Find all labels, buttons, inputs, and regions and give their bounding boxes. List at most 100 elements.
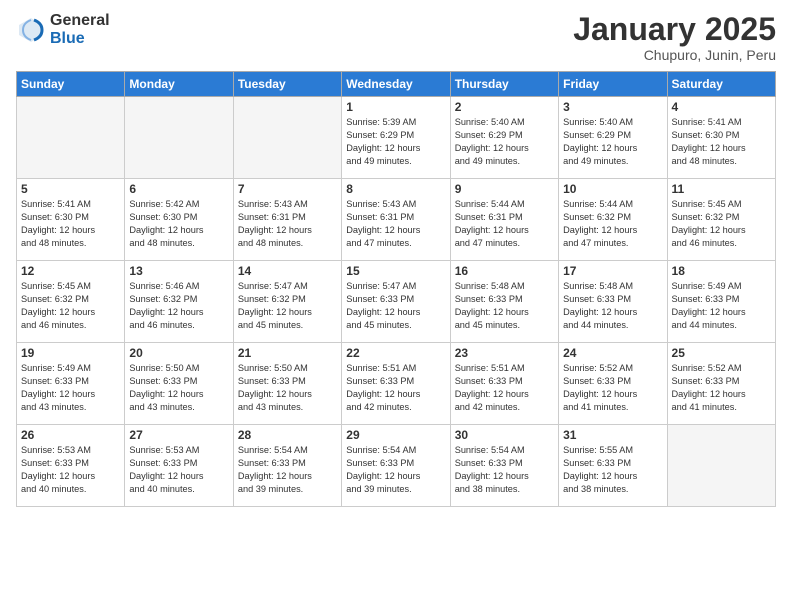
day-info: Sunrise: 5:44 AMSunset: 6:32 PMDaylight:…: [563, 198, 662, 250]
day-info: Sunrise: 5:52 AMSunset: 6:33 PMDaylight:…: [563, 362, 662, 414]
table-row: [125, 97, 233, 179]
day-number: 16: [455, 264, 554, 278]
logo-icon: [16, 15, 46, 45]
day-number: 5: [21, 182, 120, 196]
table-row: 19Sunrise: 5:49 AMSunset: 6:33 PMDayligh…: [17, 343, 125, 425]
day-info: Sunrise: 5:48 AMSunset: 6:33 PMDaylight:…: [455, 280, 554, 332]
day-info: Sunrise: 5:52 AMSunset: 6:33 PMDaylight:…: [672, 362, 771, 414]
day-info: Sunrise: 5:51 AMSunset: 6:33 PMDaylight:…: [455, 362, 554, 414]
day-info: Sunrise: 5:53 AMSunset: 6:33 PMDaylight:…: [129, 444, 228, 496]
logo-blue: Blue: [50, 30, 110, 48]
day-number: 13: [129, 264, 228, 278]
table-row: 28Sunrise: 5:54 AMSunset: 6:33 PMDayligh…: [233, 425, 341, 507]
day-number: 18: [672, 264, 771, 278]
month-title: January 2025: [573, 12, 776, 47]
day-number: 23: [455, 346, 554, 360]
day-number: 3: [563, 100, 662, 114]
day-number: 30: [455, 428, 554, 442]
table-row: 30Sunrise: 5:54 AMSunset: 6:33 PMDayligh…: [450, 425, 558, 507]
table-row: 25 Sunrise: 5:52 AMSunset: 6:33 PMDayligh…: [667, 343, 775, 425]
header-monday: Monday: [125, 72, 233, 97]
day-info: Sunrise: 5:54 AMSunset: 6:33 PMDaylight:…: [346, 444, 445, 496]
day-number: 6: [129, 182, 228, 196]
day-number: 2: [455, 100, 554, 114]
table-row: [17, 97, 125, 179]
table-row: 8 Sunrise: 5:43 AMSunset: 6:31 PMDaylight…: [342, 179, 450, 261]
day-info: Sunrise: 5:48 AMSunset: 6:33 PMDaylight:…: [563, 280, 662, 332]
day-number: 31: [563, 428, 662, 442]
day-info: Sunrise: 5:50 AMSunset: 6:33 PMDaylight:…: [129, 362, 228, 414]
day-info: Sunrise: 5:43 AMSunset: 6:31 PMDaylight:…: [346, 198, 445, 250]
table-row: [233, 97, 341, 179]
day-info: Sunrise: 5:40 AMSunset: 6:29 PMDaylight:…: [563, 116, 662, 168]
day-info: Sunrise: 5:55 AMSunset: 6:33 PMDaylight:…: [563, 444, 662, 496]
table-row: 18 Sunrise: 5:49 AMSunset: 6:33 PMDayligh…: [667, 261, 775, 343]
header-wednesday: Wednesday: [342, 72, 450, 97]
header-tuesday: Tuesday: [233, 72, 341, 97]
logo-text: General Blue: [50, 12, 110, 47]
day-info: Sunrise: 5:41 AMSunset: 6:30 PMDaylight:…: [672, 116, 771, 168]
table-row: 22Sunrise: 5:51 AMSunset: 6:33 PMDayligh…: [342, 343, 450, 425]
day-number: 29: [346, 428, 445, 442]
table-row: 11 Sunrise: 5:45 AMSunset: 6:32 PMDayligh…: [667, 179, 775, 261]
table-row: 20Sunrise: 5:50 AMSunset: 6:33 PMDayligh…: [125, 343, 233, 425]
day-info: Sunrise: 5:46 AMSunset: 6:32 PMDaylight:…: [129, 280, 228, 332]
day-info: Sunrise: 5:49 AMSunset: 6:33 PMDaylight:…: [21, 362, 120, 414]
day-info: Sunrise: 5:47 AMSunset: 6:33 PMDaylight:…: [346, 280, 445, 332]
table-row: [667, 425, 775, 507]
day-number: 14: [238, 264, 337, 278]
header-saturday: Saturday: [667, 72, 775, 97]
table-row: 24 Sunrise: 5:52 AMSunset: 6:33 PMDayligh…: [559, 343, 667, 425]
table-row: 14 Sunrise: 5:47 AMSunset: 6:32 PMDayligh…: [233, 261, 341, 343]
day-number: 28: [238, 428, 337, 442]
day-number: 21: [238, 346, 337, 360]
day-number: 15: [346, 264, 445, 278]
day-info: Sunrise: 5:43 AMSunset: 6:31 PMDaylight:…: [238, 198, 337, 250]
logo-general: General: [50, 12, 110, 30]
table-row: 29 Sunrise: 5:54 AMSunset: 6:33 PMDayligh…: [342, 425, 450, 507]
week-row-2: 12Sunrise: 5:45 AMSunset: 6:32 PMDayligh…: [17, 261, 776, 343]
table-row: 23 Sunrise: 5:51 AMSunset: 6:33 PMDayligh…: [450, 343, 558, 425]
table-row: 31 Sunrise: 5:55 AMSunset: 6:33 PMDayligh…: [559, 425, 667, 507]
day-info: Sunrise: 5:50 AMSunset: 6:33 PMDaylight:…: [238, 362, 337, 414]
table-row: 4 Sunrise: 5:41 AMSunset: 6:30 PMDaylight…: [667, 97, 775, 179]
week-row-4: 26 Sunrise: 5:53 AMSunset: 6:33 PMDayligh…: [17, 425, 776, 507]
header-thursday: Thursday: [450, 72, 558, 97]
day-number: 25: [672, 346, 771, 360]
day-info: Sunrise: 5:41 AMSunset: 6:30 PMDaylight:…: [21, 198, 120, 250]
day-number: 27: [129, 428, 228, 442]
table-row: 1Sunrise: 5:39 AMSunset: 6:29 PMDaylight…: [342, 97, 450, 179]
day-info: Sunrise: 5:45 AMSunset: 6:32 PMDaylight:…: [672, 198, 771, 250]
day-number: 22: [346, 346, 445, 360]
table-row: 15 Sunrise: 5:47 AMSunset: 6:33 PMDayligh…: [342, 261, 450, 343]
week-row-1: 5 Sunrise: 5:41 AMSunset: 6:30 PMDaylight…: [17, 179, 776, 261]
title-block: January 2025 Chupuro, Junin, Peru: [573, 12, 776, 63]
day-number: 12: [21, 264, 120, 278]
day-number: 26: [21, 428, 120, 442]
day-number: 1: [346, 100, 445, 114]
table-row: 3 Sunrise: 5:40 AMSunset: 6:29 PMDaylight…: [559, 97, 667, 179]
calendar-header-row: Sunday Monday Tuesday Wednesday Thursday…: [17, 72, 776, 97]
week-row-0: 1Sunrise: 5:39 AMSunset: 6:29 PMDaylight…: [17, 97, 776, 179]
day-info: Sunrise: 5:53 AMSunset: 6:33 PMDaylight:…: [21, 444, 120, 496]
day-number: 11: [672, 182, 771, 196]
day-number: 24: [563, 346, 662, 360]
day-number: 7: [238, 182, 337, 196]
table-row: 13 Sunrise: 5:46 AMSunset: 6:32 PMDayligh…: [125, 261, 233, 343]
subtitle: Chupuro, Junin, Peru: [573, 47, 776, 63]
table-row: 7 Sunrise: 5:43 AMSunset: 6:31 PMDaylight…: [233, 179, 341, 261]
table-row: 17 Sunrise: 5:48 AMSunset: 6:33 PMDayligh…: [559, 261, 667, 343]
day-number: 17: [563, 264, 662, 278]
day-number: 4: [672, 100, 771, 114]
table-row: 6Sunrise: 5:42 AMSunset: 6:30 PMDaylight…: [125, 179, 233, 261]
day-info: Sunrise: 5:49 AMSunset: 6:33 PMDaylight:…: [672, 280, 771, 332]
day-number: 8: [346, 182, 445, 196]
table-row: 2Sunrise: 5:40 AMSunset: 6:29 PMDaylight…: [450, 97, 558, 179]
day-info: Sunrise: 5:47 AMSunset: 6:32 PMDaylight:…: [238, 280, 337, 332]
header-friday: Friday: [559, 72, 667, 97]
table-row: 12Sunrise: 5:45 AMSunset: 6:32 PMDayligh…: [17, 261, 125, 343]
table-row: 16 Sunrise: 5:48 AMSunset: 6:33 PMDayligh…: [450, 261, 558, 343]
table-row: 27 Sunrise: 5:53 AMSunset: 6:33 PMDayligh…: [125, 425, 233, 507]
page: General Blue January 2025 Chupuro, Junin…: [0, 0, 792, 612]
calendar-table: Sunday Monday Tuesday Wednesday Thursday…: [16, 71, 776, 507]
